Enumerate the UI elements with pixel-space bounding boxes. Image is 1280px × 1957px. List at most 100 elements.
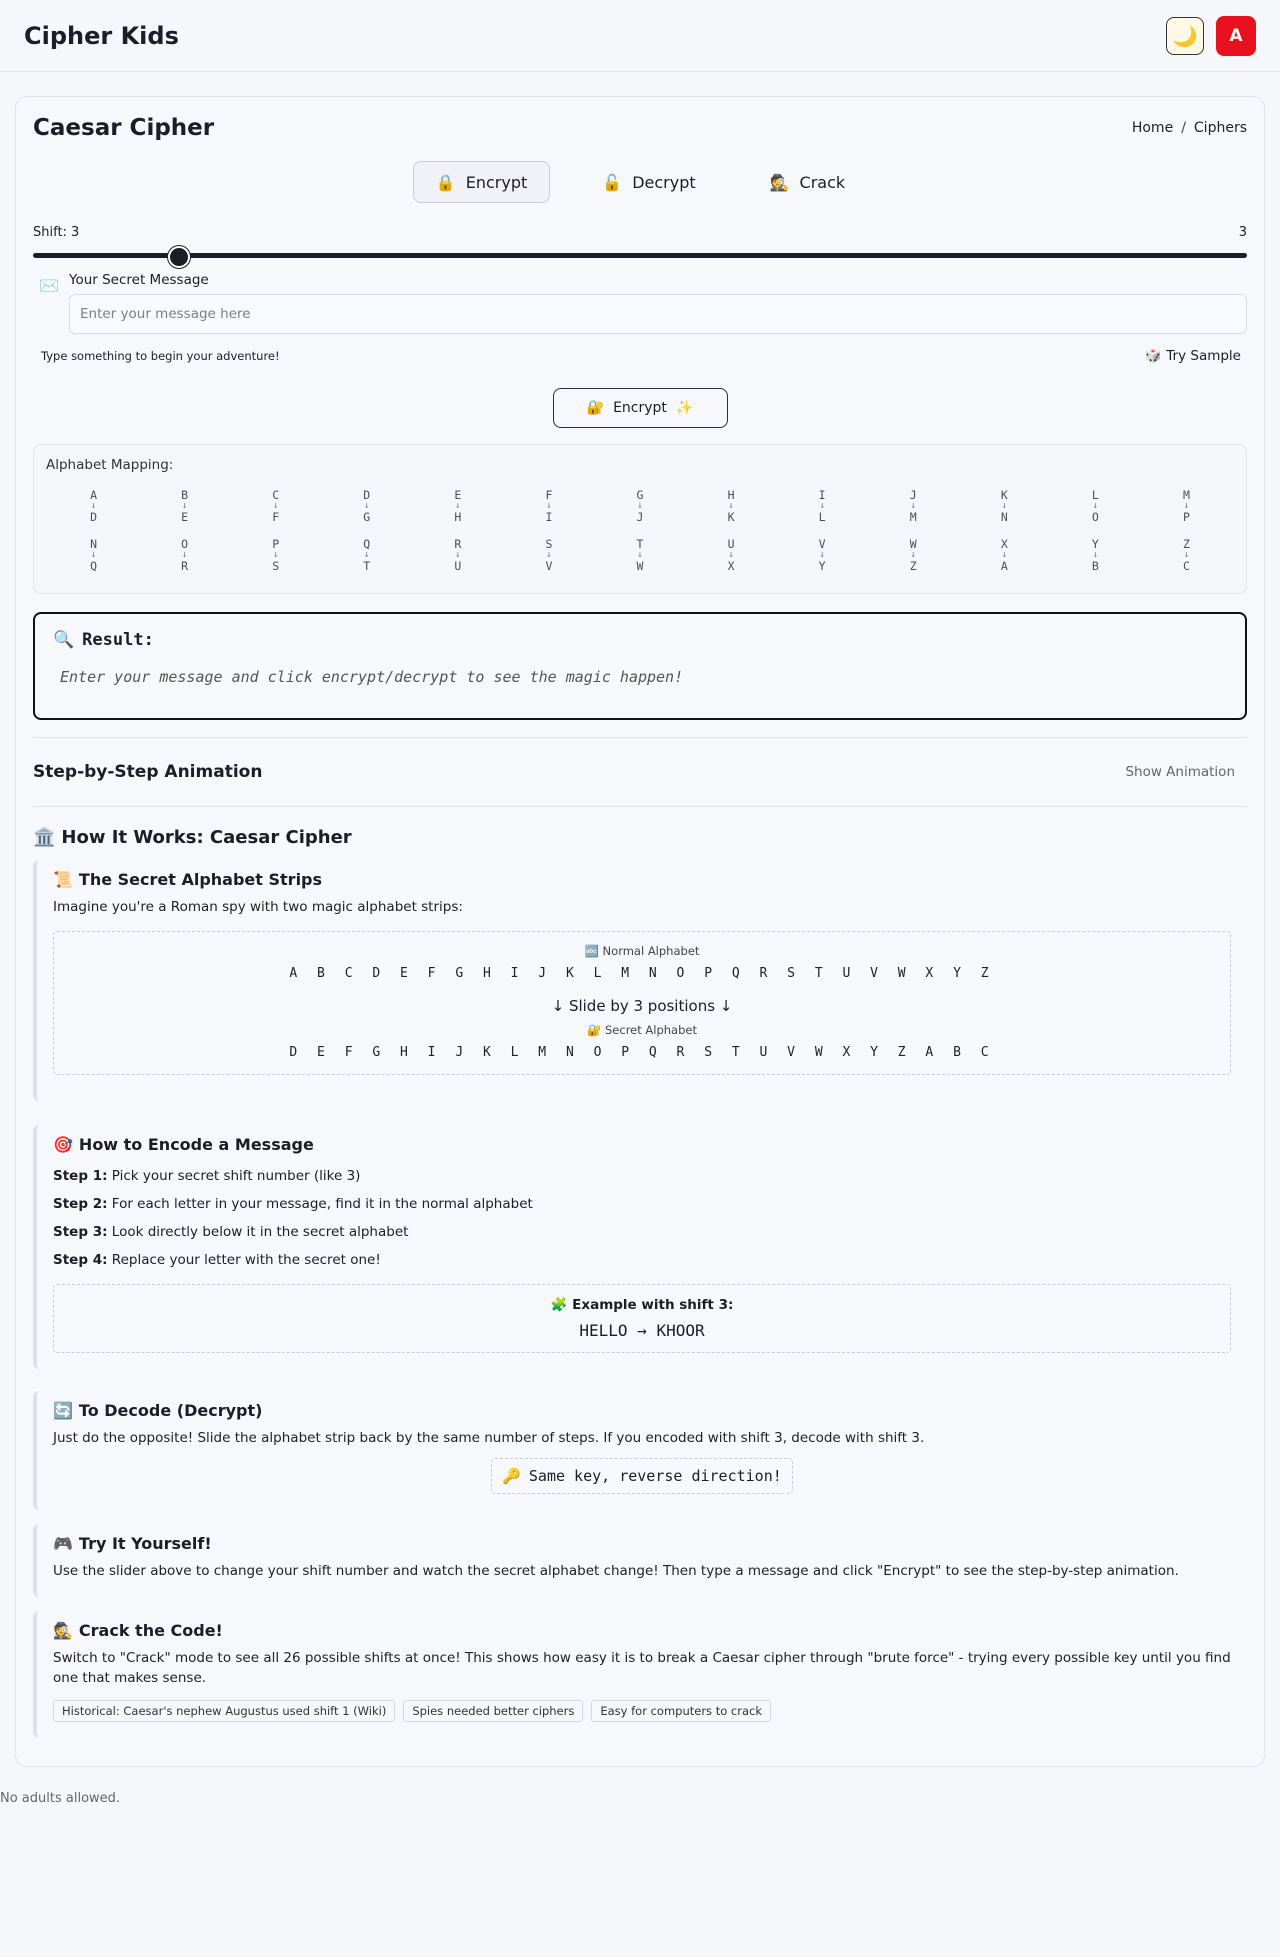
theme-toggle-button[interactable]: 🌙 bbox=[1166, 16, 1204, 55]
cipher-letter: Q bbox=[90, 559, 97, 573]
mapping-cell: P ↓ S bbox=[230, 538, 321, 573]
try-text: Use the slider above to change your shif… bbox=[53, 1563, 1179, 1579]
top-bar: Cipher Kids 🌙 A bbox=[0, 0, 1280, 72]
message-hint: Type something to begin your adventure! bbox=[41, 349, 280, 363]
tab-crack[interactable]: 🕵️ Crack bbox=[748, 161, 868, 203]
arrows-cycle-icon: 🔄 bbox=[53, 1401, 73, 1420]
fact-tag[interactable]: Historical: Caesar's nephew Augustus use… bbox=[53, 1700, 396, 1722]
mapping-title: Alphabet Mapping: bbox=[46, 457, 174, 473]
encrypt-wrap: 🔐 Encrypt ✨ bbox=[33, 388, 1247, 428]
envelope-icon: ✉️ bbox=[39, 276, 59, 295]
show-animation-button[interactable]: Show Animation bbox=[1125, 764, 1235, 780]
try-sample-label: Try Sample bbox=[1166, 348, 1241, 364]
cipher-letter: R bbox=[181, 559, 189, 573]
alphabet-strips-section: 📜 The Secret Alphabet Strips Imagine you… bbox=[33, 860, 1247, 1101]
cipher-letter: C bbox=[1182, 559, 1190, 573]
tab-label: Decrypt bbox=[632, 172, 696, 192]
cipher-letter: T bbox=[363, 559, 371, 573]
key-box: 🔑 Same key, reverse direction! bbox=[491, 1458, 793, 1494]
cipher-letter: A bbox=[1000, 559, 1008, 573]
strips-intro: Imagine you're a Roman spy with two magi… bbox=[53, 899, 463, 915]
result-title: Result: bbox=[82, 630, 154, 650]
tab-decrypt[interactable]: 🔓 Decrypt bbox=[580, 161, 717, 203]
cipher-letter: J bbox=[636, 510, 644, 524]
mapping-cell: R ↓ U bbox=[412, 538, 503, 573]
tab-label: Encrypt bbox=[465, 172, 528, 192]
cipher-letter: S bbox=[272, 559, 280, 573]
section-title: 🎮 Try It Yourself! bbox=[53, 1534, 1231, 1553]
crack-text: Switch to "Crack" mode to see all 26 pos… bbox=[53, 1650, 1231, 1686]
mapping-cell: F ↓ I bbox=[503, 489, 594, 524]
cipher-letter: V bbox=[545, 559, 553, 573]
try-sample-button[interactable]: 🎲 Try Sample bbox=[1144, 348, 1241, 364]
example-text: HELLO → KHOOR bbox=[579, 1321, 705, 1340]
cipher-letter: E bbox=[181, 510, 189, 524]
mapping-cell: T ↓ W bbox=[594, 538, 685, 573]
mapping-cell: Z ↓ C bbox=[1141, 538, 1232, 573]
how-it-works-label: How It Works: Caesar Cipher bbox=[61, 827, 352, 848]
cipher-letter: X bbox=[727, 559, 735, 573]
shift-slider[interactable] bbox=[33, 246, 1247, 268]
scroll-icon: 📜 bbox=[53, 870, 73, 889]
mapping-cell: J ↓ M bbox=[868, 489, 959, 524]
section-title: 🕵️ Crack the Code! bbox=[53, 1621, 1231, 1640]
cipher-letter: G bbox=[363, 510, 371, 524]
mapping-cell: X ↓ A bbox=[959, 538, 1050, 573]
cipher-letter: K bbox=[727, 510, 735, 524]
target-icon: 🎯 bbox=[53, 1135, 73, 1154]
breadcrumb: Home / Ciphers bbox=[1132, 120, 1247, 136]
breadcrumb-home[interactable]: Home bbox=[1132, 120, 1173, 136]
mode-tabs: 🔒 Encrypt 🔓 Decrypt 🕵️ Crack bbox=[33, 161, 1247, 203]
app-title: Cipher Kids bbox=[24, 21, 179, 50]
example-title: 🧩 Example with shift 3: bbox=[550, 1297, 734, 1313]
tab-encrypt[interactable]: 🔒 Encrypt bbox=[412, 161, 551, 203]
fact-tag: Easy for computers to crack bbox=[591, 1700, 771, 1722]
mapping-cell: G ↓ J bbox=[594, 489, 685, 524]
top-actions: 🌙 A bbox=[1166, 15, 1256, 56]
crack-section: 🕵️ Crack the Code! Switch to "Crack" mod… bbox=[33, 1611, 1247, 1738]
mapping-cell: A ↓ D bbox=[48, 489, 139, 524]
mapping-cell: U ↓ X bbox=[686, 538, 777, 573]
section-title-label: The Secret Alphabet Strips bbox=[78, 870, 323, 889]
slider-track[interactable] bbox=[33, 253, 1247, 258]
section-title: 🔄 To Decode (Decrypt) bbox=[53, 1401, 1231, 1420]
encode-steps: Step 1: Pick your secret shift number (l… bbox=[53, 1162, 1231, 1274]
animation-title: Step-by-Step Animation bbox=[33, 762, 263, 782]
detective-icon: 🕵️ bbox=[53, 1621, 73, 1640]
mapping-cell: Y ↓ B bbox=[1050, 538, 1141, 573]
alphabet-mapping: Alphabet Mapping: A ↓ D B ↓ E C ↓ F D ↓ G E ↓ H F ↓ I G ↓ J H… bbox=[33, 444, 1247, 594]
alphabet-strip-box: 🔤 Normal Alphabet A B C D E F G H I J K … bbox=[53, 931, 1231, 1075]
cipher-letter: O bbox=[1091, 510, 1099, 524]
shift-value: 3 bbox=[1238, 225, 1247, 240]
temple-icon: 🏛️ bbox=[33, 827, 56, 848]
message-input[interactable] bbox=[69, 294, 1247, 334]
message-label: Your Secret Message bbox=[69, 272, 209, 288]
encrypt-button[interactable]: 🔐 Encrypt ✨ bbox=[552, 388, 728, 428]
mapping-cell: K ↓ N bbox=[959, 489, 1050, 524]
slider-thumb[interactable] bbox=[167, 246, 190, 268]
secret-alphabet-label: 🔐 Secret Alphabet bbox=[587, 1023, 697, 1037]
cipher-letter: N bbox=[1000, 510, 1008, 524]
normal-alphabet-label: 🔤 Normal Alphabet bbox=[584, 944, 700, 958]
magnifier-icon: 🔍 bbox=[53, 630, 75, 650]
message-column: Your Secret Message bbox=[69, 270, 1247, 334]
shift-label: Shift: 3 bbox=[33, 225, 80, 240]
avatar[interactable]: A bbox=[1216, 15, 1256, 56]
section-title-label: How to Encode a Message bbox=[78, 1135, 314, 1154]
mapping-cell: H ↓ K bbox=[686, 489, 777, 524]
page-title: Caesar Cipher bbox=[33, 115, 215, 141]
mapping-cell: V ↓ Y bbox=[777, 538, 868, 573]
card-header: Caesar Cipher Home / Ciphers bbox=[33, 115, 1247, 141]
slide-instruction: ↓ Slide by 3 positions ↓ bbox=[551, 997, 733, 1015]
cipher-letter: B bbox=[1091, 559, 1099, 573]
hint-row: Type something to begin your adventure! … bbox=[33, 348, 1247, 364]
normal-alphabet-strip: A B C D E F G H I J K L M N O P Q R S T … bbox=[289, 966, 995, 981]
dice-icon: 🎲 bbox=[1144, 348, 1162, 364]
moon-icon: 🌙 bbox=[1172, 23, 1198, 48]
shift-row: Shift: 3 3 bbox=[33, 225, 1247, 240]
cipher-letter: Y bbox=[818, 559, 826, 573]
game-controller-icon: 🎮 bbox=[53, 1534, 73, 1553]
how-it-works-title: 🏛️ How It Works: Caesar Cipher bbox=[33, 827, 1247, 848]
tab-label: Crack bbox=[799, 172, 846, 192]
detective-icon: 🕵️ bbox=[769, 172, 790, 192]
